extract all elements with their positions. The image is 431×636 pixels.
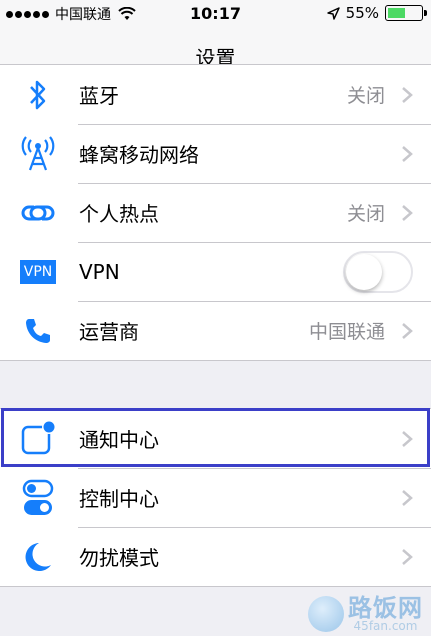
vpn-icon-badge: VPN [19, 259, 57, 284]
battery-percent: 55% [345, 4, 379, 22]
settings-row-hotspot[interactable]: 个人热点 关闭 [0, 183, 431, 242]
battery-icon [385, 5, 427, 21]
row-label: 勿扰模式 [79, 546, 159, 570]
chevron-right-icon [402, 548, 413, 565]
chevron-right-icon [402, 145, 413, 162]
hotspot-icon [18, 195, 58, 231]
bluetooth-icon [18, 77, 58, 113]
row-label: 个人热点 [79, 202, 159, 226]
settings-row-do-not-disturb[interactable]: 勿扰模式 [0, 527, 431, 586]
chevron-right-icon [402, 86, 413, 103]
cellular-icon [18, 135, 58, 172]
row-label: 蓝牙 [79, 84, 119, 108]
settings-row-notification-center[interactable]: 通知中心 [0, 409, 431, 468]
watermark-name: 路饭网 [348, 594, 423, 622]
chevron-right-icon [402, 204, 413, 221]
chevron-right-icon [402, 489, 413, 506]
watermark-logo-icon [308, 596, 344, 632]
row-detail: 关闭 [346, 85, 385, 107]
control-center-icon [18, 479, 58, 516]
chevron-right-icon [402, 322, 413, 339]
row-label: VPN [79, 259, 120, 284]
vpn-toggle[interactable] [343, 250, 413, 293]
location-arrow-icon [326, 6, 340, 20]
vpn-icon: VPN [18, 254, 58, 290]
row-label: 蜂窝移动网络 [79, 143, 199, 167]
row-label: 通知中心 [79, 428, 159, 452]
toggle-knob [346, 253, 382, 290]
network-settings-group: 蓝牙 关闭 蜂窝移动网络 个人热点 关闭 VPN VPN 运营商 中国联通 [0, 64, 431, 361]
row-detail: 中国联通 [308, 321, 385, 343]
row-label: 运营商 [79, 320, 139, 344]
settings-row-carrier[interactable]: 运营商 中国联通 [0, 301, 431, 360]
settings-row-cellular[interactable]: 蜂窝移动网络 [0, 124, 431, 183]
phone-icon [18, 313, 58, 349]
system-settings-group: 通知中心 控制中心 勿扰模式 [0, 408, 431, 587]
settings-row-vpn[interactable]: VPN VPN [0, 242, 431, 301]
watermark-url: 45fan.com [353, 619, 418, 633]
status-bar: 中国联通 10:17 55% [0, 0, 431, 26]
row-label: 控制中心 [79, 487, 159, 511]
notification-center-icon [18, 420, 58, 457]
status-right: 55% [326, 4, 427, 22]
site-watermark: 路饭网 45fan.com [308, 596, 423, 632]
settings-row-bluetooth[interactable]: 蓝牙 关闭 [0, 65, 431, 124]
moon-icon [18, 539, 58, 575]
chevron-right-icon [402, 430, 413, 447]
row-detail: 关闭 [346, 203, 385, 225]
watermark-text: 路饭网 45fan.com [348, 596, 423, 632]
battery-level-fill [388, 8, 406, 18]
settings-row-control-center[interactable]: 控制中心 [0, 468, 431, 527]
